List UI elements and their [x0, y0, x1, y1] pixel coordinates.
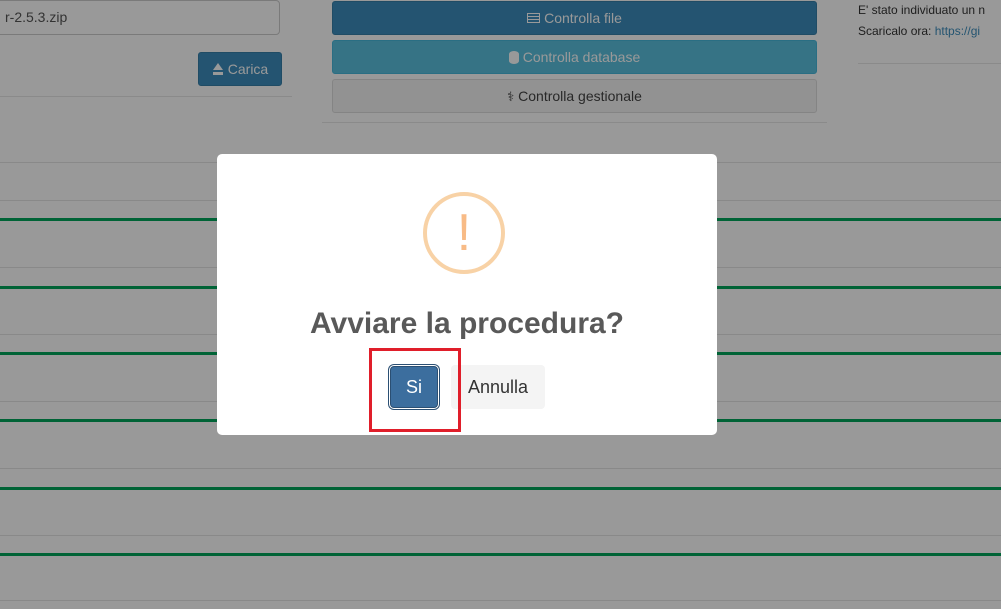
cancel-button[interactable]: Annulla [451, 365, 545, 409]
highlight-box [369, 348, 461, 432]
dialog-title: Avviare la procedura? [309, 307, 625, 340]
confirm-dialog: ! Avviare la procedura? Si Annulla [217, 154, 717, 435]
warning-icon: ! [423, 192, 505, 274]
